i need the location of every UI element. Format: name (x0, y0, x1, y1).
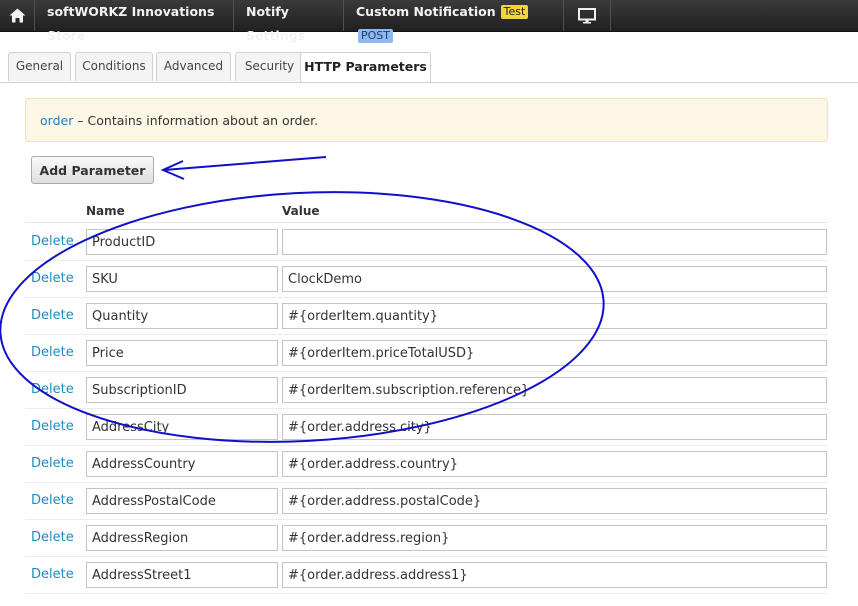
breadcrumb-notify-settings[interactable]: Notify Settings (234, 0, 344, 43)
test-badge: Test (500, 5, 529, 19)
breadcrumb-label: Custom Notification (356, 4, 496, 19)
parameter-value-input[interactable] (282, 562, 827, 588)
parameter-name-input[interactable] (86, 451, 278, 477)
parameter-name-input[interactable] (86, 562, 278, 588)
order-link[interactable]: order (40, 113, 73, 128)
parameter-row: Delete (25, 408, 828, 446)
parameter-value-input[interactable] (282, 340, 827, 366)
parameter-row: Delete (25, 297, 828, 335)
tab-general[interactable]: General (8, 52, 71, 81)
annotation-arrow (160, 156, 327, 180)
delete-parameter-link[interactable]: Delete (31, 456, 74, 471)
delete-parameter-link[interactable]: Delete (31, 271, 74, 286)
parameter-row: Delete (25, 556, 828, 594)
breadcrumb-custom-notification[interactable]: Custom Notification Test POST (344, 0, 564, 43)
parameter-name-input[interactable] (86, 488, 278, 514)
parameter-row: Delete (25, 334, 828, 372)
parameter-name-input[interactable] (86, 303, 278, 329)
add-parameter-button[interactable]: Add Parameter (31, 156, 154, 184)
parameter-name-input[interactable] (86, 525, 278, 551)
delete-parameter-link[interactable]: Delete (31, 345, 74, 360)
preview-button[interactable] (564, 0, 611, 31)
parameter-value-input[interactable] (282, 229, 827, 255)
info-text: – Contains information about an order. (73, 113, 319, 128)
parameter-name-input[interactable] (86, 377, 278, 403)
parameter-value-input[interactable] (282, 377, 827, 403)
delete-parameter-link[interactable]: Delete (31, 308, 74, 323)
parameter-row: Delete (25, 371, 828, 409)
monitor-icon (578, 7, 596, 23)
parameter-value-input[interactable] (282, 525, 827, 551)
tab-advanced[interactable]: Advanced (156, 52, 231, 81)
parameter-name-input[interactable] (86, 414, 278, 440)
column-header-name: Name (86, 204, 125, 218)
parameter-value-input[interactable] (282, 451, 827, 477)
breadcrumb-store[interactable]: softWORKZ Innovations Store (35, 0, 234, 43)
parameter-row: Delete (25, 482, 828, 520)
post-badge: POST (358, 29, 393, 43)
tab-conditions[interactable]: Conditions (75, 52, 153, 81)
parameter-row: Delete (25, 519, 828, 557)
home-button[interactable] (0, 0, 35, 31)
delete-parameter-link[interactable]: Delete (31, 234, 74, 249)
tab-divider (0, 82, 858, 83)
parameter-name-input[interactable] (86, 340, 278, 366)
parameter-value-input[interactable] (282, 266, 827, 292)
delete-parameter-link[interactable]: Delete (31, 567, 74, 582)
parameter-value-input[interactable] (282, 414, 827, 440)
top-navigation-bar: softWORKZ Innovations Store Notify Setti… (0, 0, 858, 43)
delete-parameter-link[interactable]: Delete (31, 382, 74, 397)
parameter-name-input[interactable] (86, 266, 278, 292)
parameter-name-input[interactable] (86, 229, 278, 255)
column-header-value: Value (282, 204, 320, 218)
parameter-value-input[interactable] (282, 488, 827, 514)
parameter-row: Delete (25, 223, 828, 261)
parameter-value-input[interactable] (282, 303, 827, 329)
delete-parameter-link[interactable]: Delete (31, 419, 74, 434)
parameter-row: Delete (25, 260, 828, 298)
parameter-row: Delete (25, 445, 828, 483)
tab-security[interactable]: Security (235, 52, 304, 81)
tab-http-parameters[interactable]: HTTP Parameters (300, 52, 431, 83)
info-box: order – Contains information about an or… (25, 98, 828, 142)
delete-parameter-link[interactable]: Delete (31, 530, 74, 545)
delete-parameter-link[interactable]: Delete (31, 493, 74, 508)
home-icon (9, 8, 25, 23)
